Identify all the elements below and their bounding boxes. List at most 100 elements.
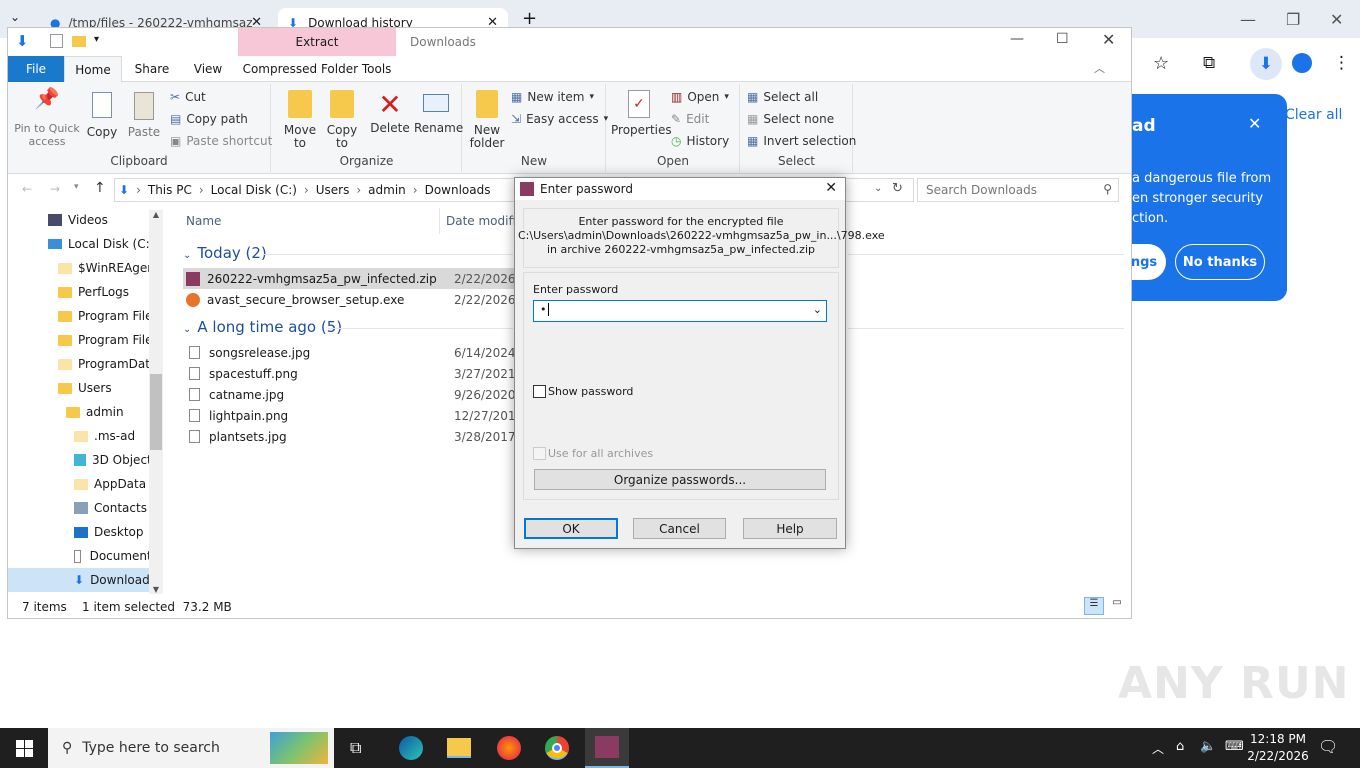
- ime-icon[interactable]: ⌨: [1225, 739, 1244, 754]
- nav-winreagent[interactable]: $WinREAgent: [8, 256, 158, 280]
- file-row[interactable]: plantsets.jpg: [186, 426, 287, 447]
- properties-small-icon[interactable]: [50, 34, 63, 48]
- search-box[interactable]: Search Downloads ⚲: [917, 178, 1119, 202]
- breadcrumb-users[interactable]: Users: [316, 183, 350, 197]
- nav-desktop[interactable]: Desktop: [8, 520, 158, 544]
- clock-time[interactable]: 12:18 PM: [1250, 732, 1306, 746]
- clear-all-button[interactable]: Clear all: [1285, 107, 1342, 123]
- nav-3d-objects[interactable]: 3D Objects: [8, 448, 158, 472]
- taskbar-search[interactable]: ⚲ Type here to search: [48, 728, 334, 768]
- show-password-checkbox[interactable]: Show password: [533, 385, 633, 398]
- tab-file[interactable]: File: [8, 56, 64, 82]
- edit-button[interactable]: ✎ Edit: [671, 112, 709, 126]
- history-dropdown-icon[interactable]: ⌄: [813, 303, 822, 316]
- cut-button[interactable]: ✂ Cut: [170, 90, 206, 104]
- file-row[interactable]: catname.jpg: [186, 384, 284, 405]
- copy-button[interactable]: Copy: [84, 92, 120, 139]
- paste-button[interactable]: Paste: [126, 92, 162, 139]
- scroll-up-icon[interactable]: ▲: [149, 210, 163, 219]
- back-icon[interactable]: ←: [22, 182, 32, 196]
- nav-ms-ad[interactable]: .ms-ad: [8, 424, 158, 448]
- column-name[interactable]: Name: [186, 214, 221, 228]
- help-button[interactable]: Help: [743, 518, 837, 539]
- password-input[interactable]: • ⌄: [533, 300, 827, 322]
- profile-icon[interactable]: [1292, 53, 1312, 73]
- notifications-icon[interactable]: 🗨: [1318, 737, 1338, 756]
- file-row[interactable]: spacestuff.png: [186, 363, 298, 384]
- tab-home[interactable]: Home: [64, 56, 122, 83]
- organize-passwords-button[interactable]: Organize passwords...: [534, 469, 826, 490]
- select-all-button[interactable]: ▦ Select all: [747, 90, 818, 104]
- restore-icon[interactable]: ❐: [1286, 10, 1300, 29]
- paste-shortcut-button[interactable]: ▣ Paste shortcut: [170, 134, 272, 148]
- tab-compressed-folder-tools[interactable]: Compressed Folder Tools: [238, 56, 396, 82]
- nav-program-files[interactable]: Program Files: [8, 304, 158, 328]
- file-explorer-icon[interactable]: [447, 738, 471, 758]
- nav-appdata[interactable]: AppData: [8, 472, 158, 496]
- edge-icon[interactable]: [399, 736, 423, 760]
- easy-access-button[interactable]: ⇲ Easy access ▾: [511, 112, 608, 126]
- copy-path-button[interactable]: ▤ Copy path: [170, 112, 248, 126]
- rename-button[interactable]: Rename: [414, 90, 463, 135]
- volume-icon[interactable]: 🔈: [1200, 739, 1216, 754]
- tab-view[interactable]: View: [184, 56, 232, 82]
- nav-contacts[interactable]: Contacts: [8, 496, 158, 520]
- history-button[interactable]: ◷ History: [671, 134, 729, 148]
- copy-to-button[interactable]: Copy to: [322, 90, 362, 150]
- extract-context-tab[interactable]: Extract: [238, 28, 396, 56]
- show-hidden-icons[interactable]: ︿: [1152, 740, 1164, 757]
- file-row-zip[interactable]: 260222-vmhgmsaz5a_pw_infected.zip: [186, 268, 437, 289]
- new-folder-small-icon[interactable]: [72, 36, 86, 47]
- new-folder-button[interactable]: New folder: [469, 90, 505, 150]
- tab-search-button[interactable]: ⌄: [10, 10, 20, 24]
- close-icon[interactable]: ✕: [1102, 30, 1115, 49]
- firefox-icon[interactable]: [497, 736, 521, 760]
- close-window-icon[interactable]: ✕: [1330, 10, 1343, 29]
- scroll-thumb[interactable]: [150, 374, 162, 450]
- breadcrumb-admin[interactable]: admin: [368, 183, 406, 197]
- nav-admin[interactable]: admin: [8, 400, 158, 424]
- nav-videos[interactable]: Videos: [8, 208, 158, 232]
- start-button[interactable]: [0, 728, 48, 768]
- chrome-icon[interactable]: [545, 736, 569, 760]
- breadcrumb-downloads[interactable]: Downloads: [425, 183, 491, 197]
- file-row[interactable]: songsrelease.jpg: [186, 342, 310, 363]
- nav-perflogs[interactable]: PerfLogs: [8, 280, 158, 304]
- group-header-long-ago[interactable]: ⌄ A long time ago (5): [183, 318, 342, 336]
- minimize-icon[interactable]: —: [1010, 31, 1024, 47]
- extensions-icon[interactable]: ⧉: [1203, 53, 1215, 73]
- network-icon[interactable]: ⌂: [1176, 739, 1184, 754]
- move-to-button[interactable]: Move to: [280, 90, 320, 150]
- address-dropdown-icon[interactable]: ⌄: [874, 183, 882, 194]
- clock-date[interactable]: 2/22/2026: [1246, 749, 1310, 763]
- tab-share[interactable]: Share: [126, 56, 178, 82]
- nav-program-files-x86[interactable]: Program Files: [8, 328, 158, 352]
- minimize-icon[interactable]: —: [1240, 10, 1256, 29]
- scroll-down-icon[interactable]: ▼: [149, 585, 163, 594]
- breadcrumb-this-pc[interactable]: This PC: [148, 183, 192, 197]
- file-row-avast[interactable]: avast_secure_browser_setup.exe: [186, 289, 404, 310]
- invert-selection-button[interactable]: ▦ Invert selection: [747, 134, 856, 148]
- winrar-taskbar-icon[interactable]: [585, 728, 629, 768]
- group-header-today[interactable]: ⌄ Today (2): [183, 244, 267, 262]
- new-tab-button[interactable]: +: [522, 8, 537, 29]
- task-view-icon[interactable]: ⧉: [350, 738, 361, 758]
- customize-dropdown-icon[interactable]: ▾: [94, 34, 99, 45]
- dialog-close-icon[interactable]: ✕: [825, 180, 837, 196]
- refresh-icon[interactable]: ↻: [892, 181, 903, 196]
- downloads-toolbar-button[interactable]: ⬇: [1250, 48, 1282, 80]
- open-button[interactable]: ▥ Open ▾: [671, 90, 729, 104]
- cancel-button[interactable]: Cancel: [633, 518, 726, 539]
- new-item-button[interactable]: ▦ New item ▾: [511, 90, 594, 104]
- file-row[interactable]: lightpain.png: [186, 405, 288, 426]
- column-date[interactable]: Date modified: [446, 214, 516, 228]
- select-none-button[interactable]: ▦ Select none: [747, 112, 834, 126]
- properties-button[interactable]: ✓ Properties: [611, 90, 672, 137]
- no-thanks-button[interactable]: No thanks: [1175, 244, 1265, 280]
- nav-programdata[interactable]: ProgramData: [8, 352, 158, 376]
- pin-quick-access-button[interactable]: 📌 Pin to Quick access: [14, 88, 80, 148]
- recent-dropdown-icon[interactable]: ▾: [74, 182, 79, 192]
- forward-icon[interactable]: →: [50, 182, 60, 196]
- panel-close-icon[interactable]: ✕: [1248, 114, 1261, 133]
- nav-users[interactable]: Users: [8, 376, 158, 400]
